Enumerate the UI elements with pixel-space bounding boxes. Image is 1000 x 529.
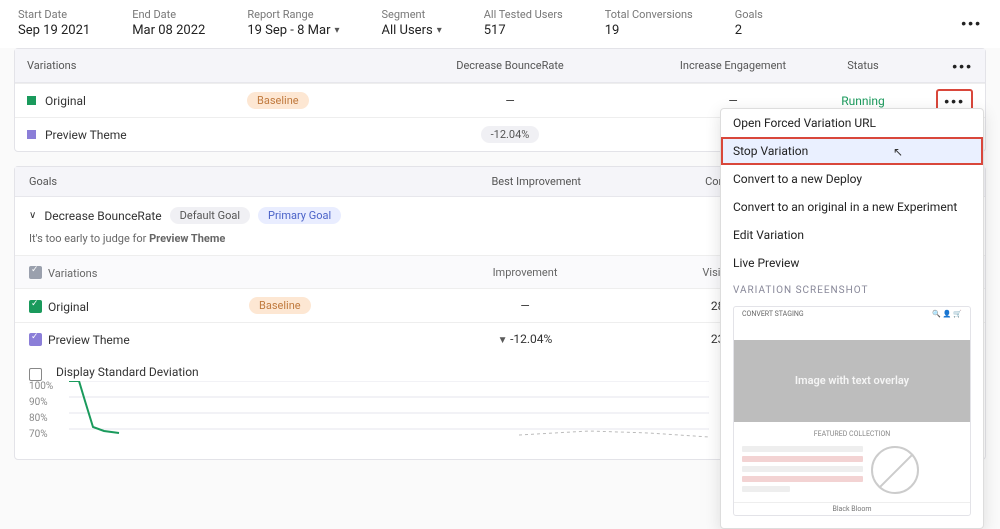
text: 19 Sep - 8 Mar	[247, 23, 330, 38]
label: Total Conversions	[605, 8, 693, 21]
menu-convert-experiment[interactable]: Convert to an original in a new Experime…	[721, 193, 983, 221]
label: Display Standard Deviation	[56, 365, 199, 379]
summary-goals: Goals 2	[735, 8, 763, 38]
goal-name: Decrease BounceRate	[44, 209, 161, 223]
name: Preview Theme	[48, 333, 130, 347]
variation-screenshot-thumb: CONVERT STAGING 🔍 👤 🛒 Image with text ov…	[721, 300, 983, 528]
summary-bar: Start Date Sep 19 2021 End Date Mar 08 2…	[0, 0, 1000, 48]
thumb-body	[734, 438, 970, 502]
col-decrease-bounce: Decrease BounceRate	[367, 59, 653, 72]
ytick: 100%	[29, 381, 53, 392]
ytick: 90%	[29, 397, 48, 408]
default-goal-badge: Default Goal	[170, 207, 250, 224]
pill: -12.04%	[481, 126, 540, 143]
summary-start-date: Start Date Sep 19 2021	[18, 8, 90, 38]
no-image-icon	[871, 446, 919, 494]
menu-edit-variation[interactable]: Edit Variation	[721, 221, 983, 249]
brand: CONVERT STAGING	[742, 310, 804, 318]
checkbox-icon[interactable]	[29, 300, 42, 313]
summary-segment[interactable]: Segment All Users ▾	[382, 8, 442, 38]
checkbox-icon[interactable]	[29, 266, 42, 279]
baseline-badge: Baseline	[247, 92, 309, 109]
thumb-section-title: FEATURED COLLECTION	[734, 430, 970, 438]
variation-name: Preview Theme	[27, 128, 247, 142]
label: Start Date	[18, 8, 90, 21]
variations-header-more[interactable]: •••	[952, 58, 973, 74]
checkbox-icon[interactable]	[29, 333, 42, 346]
col-best-improvement: Best Improvement	[428, 175, 645, 188]
screenshot-section-label: VARIATION SCREENSHOT	[721, 277, 983, 300]
color-swatch-icon	[27, 96, 36, 105]
summary-more-button[interactable]: •••	[961, 15, 982, 31]
icons: 🔍 👤 🛒	[932, 310, 962, 318]
value: Sep 19 2021	[18, 23, 90, 38]
menu-convert-deploy[interactable]: Convert to a new Deploy	[721, 165, 983, 193]
checkbox-icon[interactable]	[29, 368, 42, 381]
value[interactable]: 19 Sep - 8 Mar ▾	[247, 23, 339, 38]
thumb-foot: Black Bloom	[734, 502, 970, 515]
summary-end-date: End Date Mar 08 2022	[132, 8, 205, 38]
variations-header-row: Variations Decrease BounceRate Increase …	[15, 49, 985, 83]
menu-open-forced-url[interactable]: Open Forced Variation URL	[721, 109, 983, 137]
placeholder-bar	[742, 456, 863, 462]
value: 2	[735, 23, 763, 38]
bold: Preview Theme	[149, 232, 225, 245]
col: Improvement	[389, 266, 661, 279]
goals-title: Goals	[29, 175, 428, 188]
variation-name: Original	[27, 94, 247, 108]
placeholder-bar	[742, 446, 863, 452]
decrease-value: -12.04%	[367, 126, 653, 143]
text: Preview Theme	[45, 128, 127, 142]
col-status: Status	[813, 59, 913, 72]
chevron-down-icon: ∨	[29, 210, 36, 221]
hero-title: Image with text overlay	[795, 374, 909, 387]
col-variations: Variations	[27, 59, 247, 72]
color-swatch-icon	[27, 130, 36, 139]
variation-context-menu: Open Forced Variation URL Stop Variation…	[720, 108, 984, 529]
chevron-down-icon: ▾	[334, 25, 339, 36]
label: Goals	[735, 8, 763, 21]
improvement: —	[389, 299, 661, 313]
summary-tested-users: All Tested Users 517	[484, 8, 563, 38]
thumb-topbar: CONVERT STAGING 🔍 👤 🛒	[734, 307, 970, 322]
name: Original	[48, 300, 89, 314]
value: 517	[484, 23, 563, 38]
ytick: 70%	[29, 429, 48, 440]
text: All Users	[382, 23, 433, 38]
status-value: Running	[813, 94, 913, 108]
placeholder-bar	[742, 466, 863, 472]
menu-stop-variation[interactable]: Stop Variation	[721, 137, 983, 165]
value: Mar 08 2022	[132, 23, 205, 38]
value: 19	[605, 23, 693, 38]
text: Original	[45, 94, 86, 108]
summary-report-range[interactable]: Report Range 19 Sep - 8 Mar ▾	[247, 8, 339, 38]
label: Report Range	[247, 8, 339, 21]
label: End Date	[132, 8, 205, 21]
thumb-col	[742, 446, 863, 494]
menu-live-preview[interactable]: Live Preview	[721, 249, 983, 277]
sparkline	[69, 381, 709, 441]
thumb: CONVERT STAGING 🔍 👤 🛒 Image with text ov…	[733, 306, 971, 516]
primary-goal-badge: Primary Goal	[258, 207, 341, 224]
placeholder-bar	[742, 476, 863, 482]
thumb-hero: Image with text overlay	[734, 340, 970, 422]
label: All Tested Users	[484, 8, 563, 21]
summary-total-conversions: Total Conversions 19	[605, 8, 693, 38]
col: Variations	[48, 267, 97, 280]
improvement: -12.04%	[389, 332, 661, 346]
placeholder-bar	[742, 486, 790, 492]
baseline-badge: Baseline	[249, 297, 311, 314]
chevron-down-icon: ▾	[437, 25, 442, 36]
col-increase-engage: Increase Engagement	[653, 59, 813, 72]
text: It's too early to judge for	[29, 232, 149, 245]
label: Segment	[382, 8, 442, 21]
decrease-value: —	[367, 94, 653, 108]
ytick: 80%	[29, 413, 48, 424]
increase-value: —	[653, 94, 813, 108]
value[interactable]: All Users ▾	[382, 23, 442, 38]
